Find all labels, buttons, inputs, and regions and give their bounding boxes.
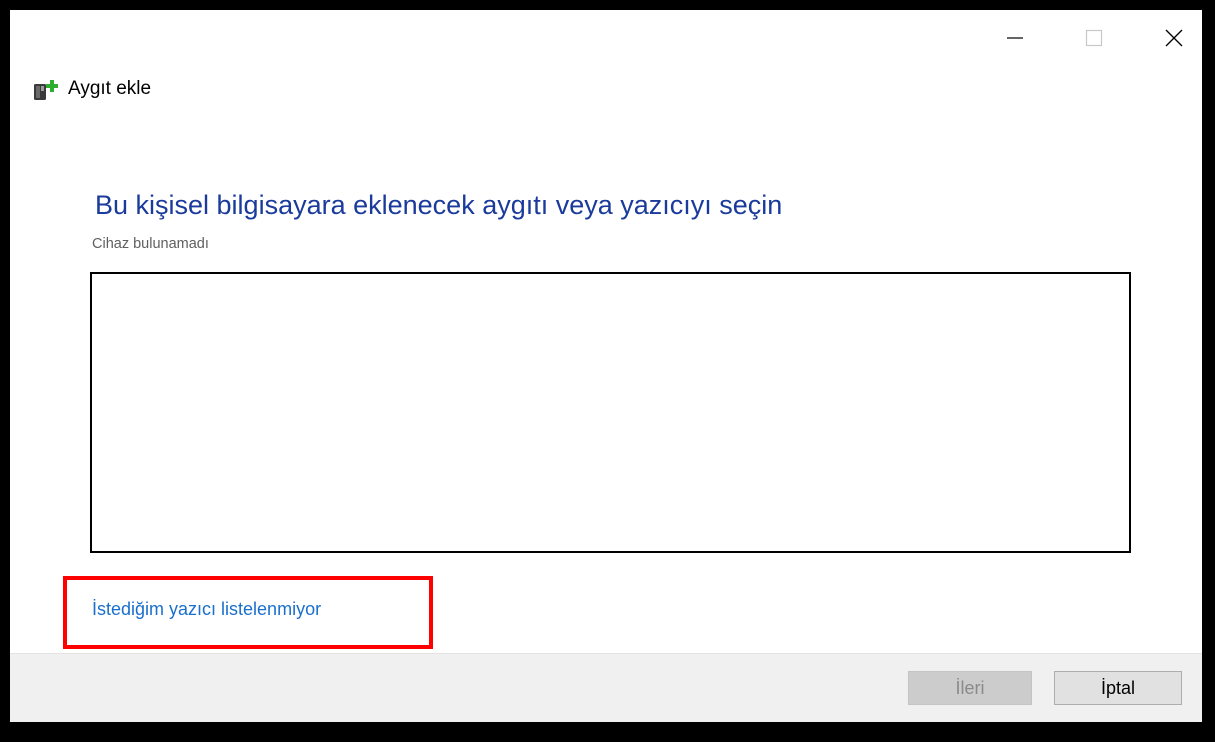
minimize-icon — [1007, 37, 1023, 39]
minimize-button[interactable] — [991, 10, 1039, 66]
close-icon — [1165, 29, 1183, 47]
maximize-icon — [1085, 29, 1103, 47]
maximize-button[interactable] — [1074, 10, 1114, 66]
add-device-window: Aygıt ekle Bu kişisel bilgisayara eklene… — [10, 10, 1202, 722]
window-title: Aygıt ekle — [68, 78, 152, 99]
device-list[interactable] — [90, 272, 1131, 553]
dialog-footer: İleri İptal — [10, 653, 1202, 722]
next-button[interactable]: İleri — [908, 671, 1032, 705]
window-controls — [991, 10, 1202, 66]
status-text: Cihaz bulunamadı — [92, 236, 209, 252]
close-button[interactable] — [1154, 10, 1194, 66]
add-device-icon — [34, 80, 58, 100]
cancel-button[interactable]: İptal — [1054, 671, 1182, 705]
printer-not-listed-link[interactable]: İstediğim yazıcı listelenmiyor — [92, 599, 321, 620]
page-heading: Bu kişisel bilgisayara eklenecek aygıtı … — [95, 190, 783, 220]
window-header: Aygıt ekle — [32, 76, 151, 102]
